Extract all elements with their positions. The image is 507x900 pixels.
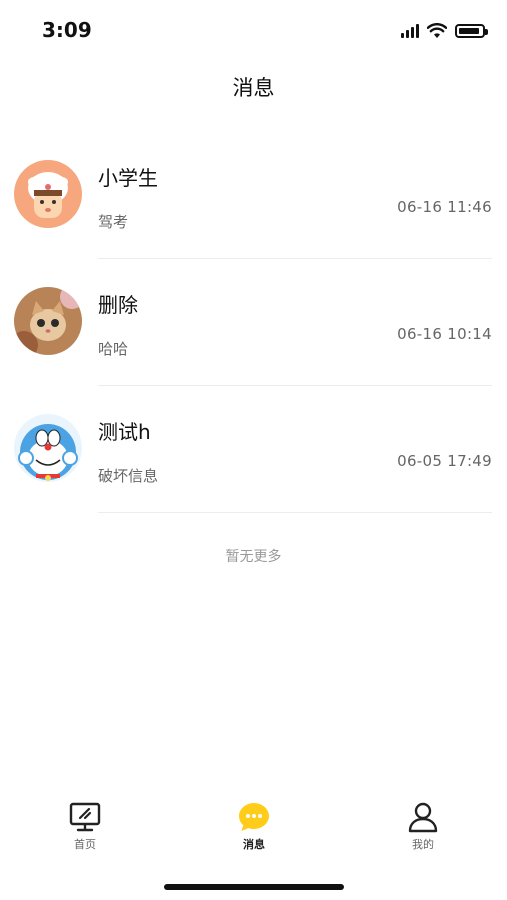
tab-home[interactable]: 首页 (45, 800, 125, 852)
cat-photo-avatar-icon (14, 287, 82, 355)
message-item[interactable]: 小学生 驾考 06-16 11:46 (0, 132, 507, 259)
home-indicator[interactable] (164, 884, 344, 890)
user-icon (408, 802, 438, 833)
tab-profile[interactable]: 我的 (383, 800, 463, 852)
tab-bar: 首页 消息 我的 (0, 790, 507, 860)
status-time: 3:09 (42, 18, 92, 42)
message-time: 06-16 11:46 (397, 198, 492, 216)
message-preview: 破坏信息 (98, 467, 159, 485)
cartoon-girl-avatar-icon (14, 160, 82, 228)
tab-label: 消息 (243, 838, 265, 851)
battery-icon (455, 24, 488, 38)
message-preview: 哈哈 (98, 340, 129, 358)
messages-screen: 3:09 消息 小学生 驾考 06-16 11:46 删除 哈哈 06-16 1… (0, 0, 507, 900)
monitor-icon (69, 802, 101, 832)
message-item[interactable]: 删除 哈哈 06-16 10:14 (0, 259, 507, 386)
message-item[interactable]: 测试h 破坏信息 06-05 17:49 (0, 386, 507, 513)
doraemon-avatar-icon (14, 414, 82, 482)
contact-name: 删除 (98, 293, 138, 317)
contact-name: 小学生 (98, 166, 158, 190)
avatar[interactable] (14, 287, 82, 355)
status-bar: 3:09 (0, 0, 507, 60)
tab-label: 我的 (412, 838, 434, 851)
message-time: 06-05 17:49 (397, 452, 492, 470)
page-title: 消息 (232, 76, 275, 100)
tab-messages[interactable]: 消息 (214, 800, 294, 852)
chat-bubble-icon (239, 803, 269, 831)
message-preview: 驾考 (98, 213, 129, 231)
status-icons (401, 22, 488, 40)
contact-name: 测试h (98, 420, 151, 444)
avatar[interactable] (14, 160, 82, 228)
list-end-text: 暂无更多 (225, 549, 282, 565)
cellular-signal-icon (401, 24, 419, 38)
avatar[interactable] (14, 414, 82, 482)
divider (98, 512, 492, 513)
message-list: 小学生 驾考 06-16 11:46 删除 哈哈 06-16 10:14 测试h… (0, 132, 507, 513)
message-time: 06-16 10:14 (397, 325, 492, 343)
tab-label: 首页 (74, 838, 96, 851)
wifi-icon (427, 23, 447, 38)
